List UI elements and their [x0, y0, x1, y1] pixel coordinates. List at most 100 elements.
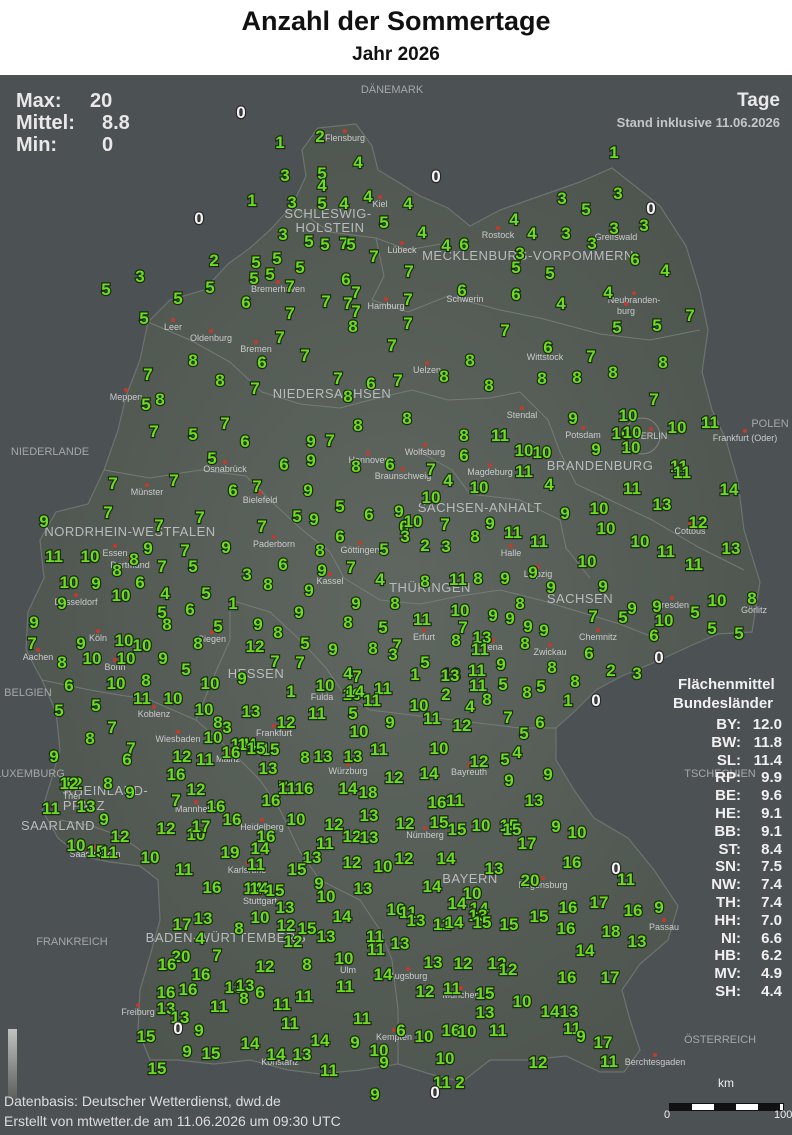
station-value: 17 — [594, 1033, 613, 1052]
station-value: 6 — [457, 281, 466, 300]
city-label: Göttingen — [340, 545, 379, 555]
state-mean-value: 9.9 — [761, 769, 782, 787]
station-value: 10 — [195, 700, 214, 719]
station-value: 5 — [348, 704, 357, 723]
station-value: 3 — [639, 216, 648, 235]
station-value: 4 — [317, 176, 327, 195]
station-value: 12 — [277, 713, 296, 732]
station-value: 5 — [54, 701, 63, 720]
station-value: 15 — [476, 984, 495, 1003]
station-value: 7 — [149, 422, 158, 441]
station-value: 10 — [141, 848, 160, 867]
station-value: 10 — [631, 532, 650, 551]
station-value: 5 — [304, 232, 313, 251]
city-label: Hamburg — [367, 301, 404, 311]
station-value: 5 — [139, 309, 148, 328]
station-value: 1 — [286, 682, 295, 701]
station-value: 7 — [300, 346, 309, 365]
station-value: 8 — [368, 639, 377, 658]
station-value: 5 — [249, 269, 258, 288]
country-label: NIEDERLANDE — [11, 446, 89, 458]
station-value: 9 — [303, 481, 312, 500]
station-value: 8 — [348, 317, 357, 336]
station-value: 16 — [167, 765, 186, 784]
station-value: 9 — [125, 783, 134, 802]
station-value: 14 — [374, 965, 393, 984]
station-value: 10 — [436, 1049, 455, 1068]
station-value: 6 — [64, 676, 73, 695]
station-value: 9 — [91, 574, 100, 593]
city-label: Würzburg — [328, 766, 367, 776]
station-value: 17 — [518, 834, 537, 853]
station-value: 5 — [292, 507, 301, 526]
station-value: 0 — [654, 648, 663, 667]
city-label: Berchtesgaden — [625, 1057, 686, 1067]
city-label: Meppen — [110, 392, 143, 402]
city-label: Potsdam — [565, 430, 601, 440]
station-value: 8 — [537, 369, 546, 388]
station-value: 4 — [353, 153, 363, 172]
scale-start: 0 — [664, 1109, 671, 1121]
city-label: Halle — [501, 548, 522, 558]
station-value: 10 — [597, 519, 616, 538]
station-value: 5 — [379, 213, 388, 232]
station-value: 16 — [428, 793, 447, 812]
station-value: 1 — [275, 133, 284, 152]
station-value: 5 — [652, 316, 661, 335]
station-value: 11 — [247, 855, 265, 874]
station-value: 7 — [346, 558, 355, 577]
station-value: 16 — [262, 791, 281, 810]
station-value: 15 — [247, 739, 266, 758]
station-value: 8 — [57, 653, 66, 672]
station-value: 15 — [202, 1044, 221, 1063]
station-value: 7 — [275, 328, 284, 347]
mean-label: Mittel: — [16, 112, 75, 134]
station-value: 13 — [628, 932, 647, 951]
station-value: 14 — [445, 913, 464, 932]
station-value: 8 — [547, 658, 556, 677]
city-label: Kiel — [372, 199, 387, 209]
station-value: 16 — [624, 901, 643, 920]
station-value: 8 — [343, 613, 352, 632]
station-value: 9 — [500, 569, 509, 588]
station-value: 16 — [223, 810, 242, 829]
unit-label: Tage — [737, 90, 780, 111]
state-mean-value: 9.1 — [761, 822, 782, 840]
station-value: 5 — [213, 617, 222, 636]
station-value: 6 — [257, 353, 266, 372]
station-value: 15 — [530, 907, 549, 926]
station-value: 6 — [241, 293, 250, 312]
station-value: 8 — [390, 594, 399, 613]
station-value: 10 — [472, 816, 491, 835]
station-value: 5 — [379, 540, 388, 559]
city-label: Flensburg — [325, 133, 365, 143]
station-value: 10 — [422, 488, 441, 507]
station-value: 8 — [515, 594, 524, 613]
station-value: 7 — [586, 347, 595, 366]
city-label: Wiesbaden — [155, 734, 200, 744]
station-value: 9 — [551, 817, 560, 836]
state-mean-value: 7.4 — [761, 894, 782, 911]
station-value: 14 — [339, 779, 358, 798]
station-value: 16 — [558, 968, 577, 987]
station-value: 6 — [543, 338, 552, 357]
station-value: 17 — [173, 915, 192, 934]
station-value: 10 — [515, 441, 534, 460]
station-value: 10 — [668, 418, 687, 437]
station-value: 11 — [657, 542, 675, 561]
station-value: 1 — [410, 665, 419, 684]
station-value: 10 — [204, 728, 223, 747]
station-value: 2 — [441, 685, 450, 704]
station-value: 2 — [420, 536, 429, 555]
city-label: Chemnitz — [579, 632, 618, 642]
station-value: 6 — [240, 432, 249, 451]
city-label: Aachen — [23, 652, 54, 662]
station-value: 7 — [103, 503, 112, 522]
station-value: 11 — [281, 1014, 299, 1033]
station-value: 5 — [91, 696, 100, 715]
station-value: 13 — [77, 797, 96, 816]
station-value: 7 — [250, 379, 259, 398]
map-title: Anzahl der Sommertage — [241, 6, 551, 36]
station-value: 3 — [388, 645, 397, 664]
station-value: 11 — [489, 1021, 507, 1040]
